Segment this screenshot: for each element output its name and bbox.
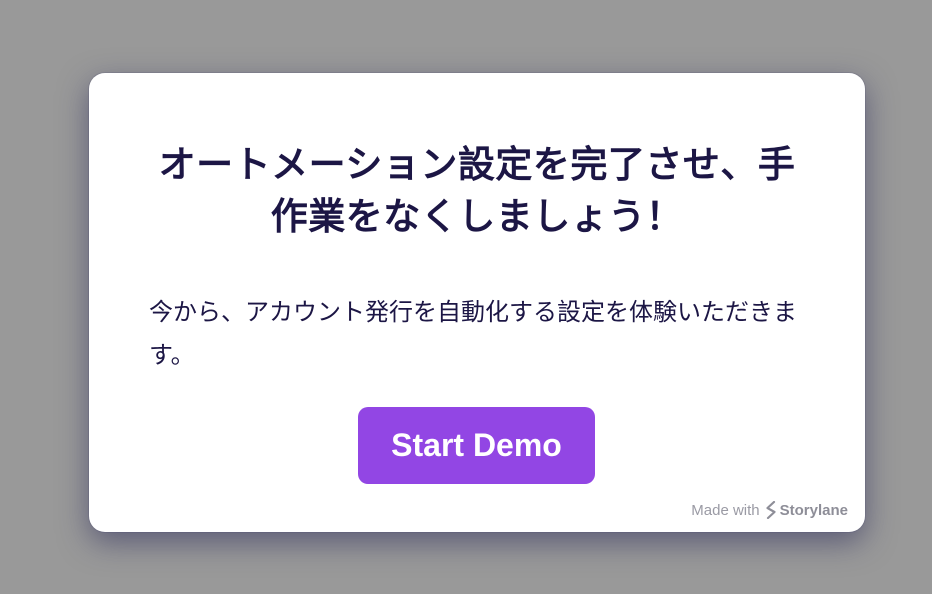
modal-title: オートメーション設定を完了させ、手作業をなくしましょう！ <box>158 143 796 238</box>
storylane-brand-name: Storylane <box>779 501 848 519</box>
storylane-logo-icon <box>765 501 777 519</box>
made-with-storylane-link[interactable]: Made with Storylane <box>691 501 848 519</box>
modal-description: 今から、アカウント発行を自動化する設定を体験いただきます。 <box>149 298 797 369</box>
demo-start-modal: オートメーション設定を完了させ、手作業をなくしましょう！ 今から、アカウント発行… <box>89 73 865 532</box>
made-with-label: Made with <box>691 501 760 519</box>
start-demo-button[interactable]: Start Demo <box>358 407 595 484</box>
